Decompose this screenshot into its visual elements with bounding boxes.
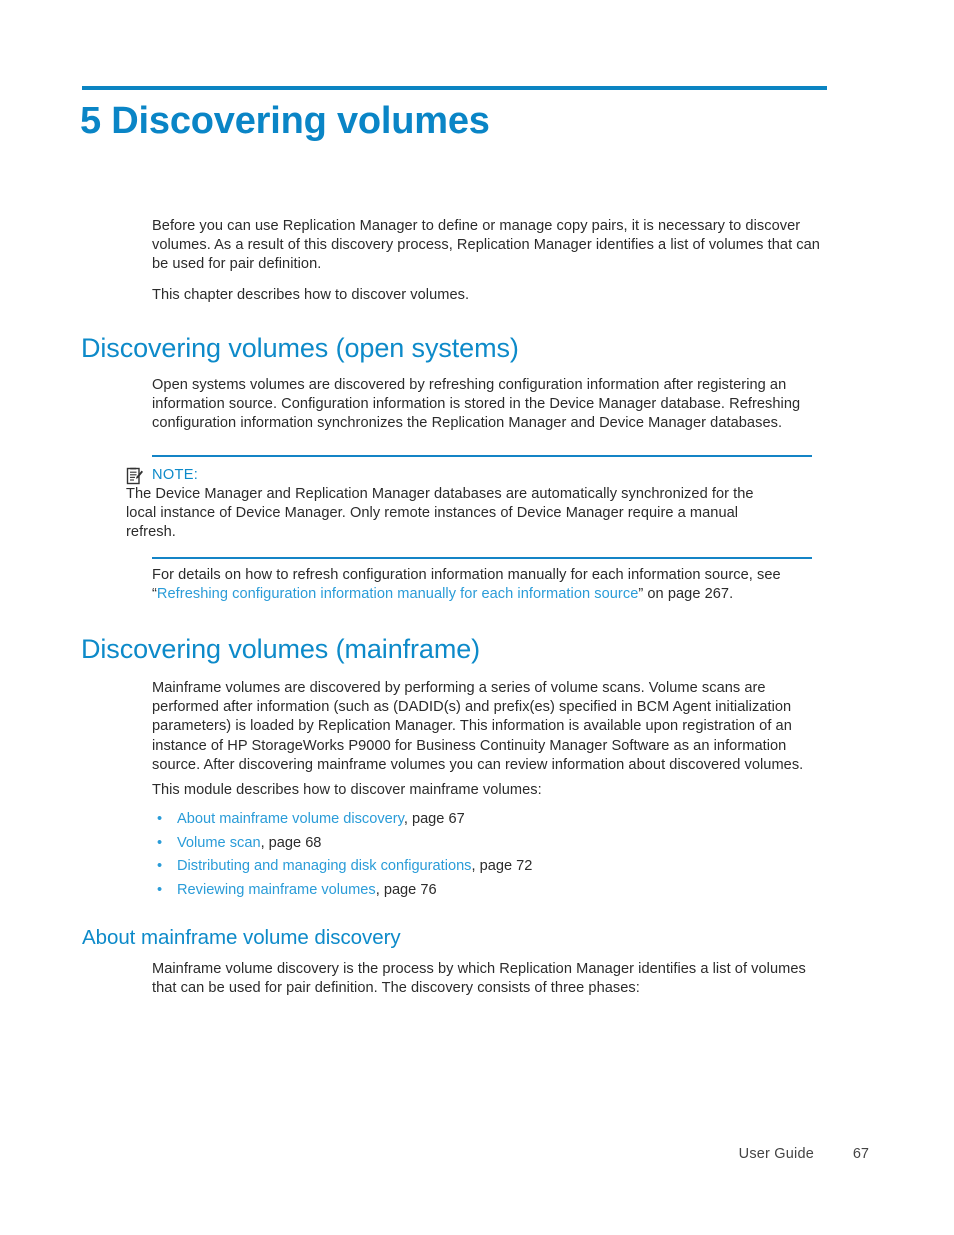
note-header: NOTE: xyxy=(126,466,828,485)
note-label: NOTE: xyxy=(152,466,199,483)
list-item: • Volume scan, page 68 xyxy=(152,832,828,856)
module-intro-paragraph: This module describes how to discover ma… xyxy=(152,782,542,798)
list-item-page-ref: , page 76 xyxy=(375,881,437,898)
note-top-rule xyxy=(152,455,812,457)
list-item-page-ref: , page 68 xyxy=(260,834,322,851)
note-text: The Device Manager and Replication Manag… xyxy=(126,485,754,540)
intro-paragraph-2: This chapter describes how to discover v… xyxy=(152,287,470,303)
about-discovery-paragraph: Mainframe volume discovery is the proces… xyxy=(152,961,806,997)
page-title: 5 Discovering volumes xyxy=(80,100,490,142)
page-footer: User Guide 67 xyxy=(0,1144,954,1166)
section-heading-open-systems: Discovering volumes (open systems) xyxy=(81,333,519,363)
xref-link-refreshing-configuration[interactable]: Refreshing configuration information man… xyxy=(157,586,638,602)
footer-page-number: 67 xyxy=(852,1146,869,1162)
bullet-icon: • xyxy=(157,881,163,898)
intro-paragraph-1: Before you can use Replication Manager t… xyxy=(152,218,820,273)
bullet-icon: • xyxy=(157,834,163,851)
bullet-icon: • xyxy=(157,811,163,827)
link-distributing-and-managing-disk-configurations[interactable]: Distributing and managing disk configura… xyxy=(177,858,471,874)
note-icon xyxy=(126,467,144,485)
footer-guide-label: User Guide xyxy=(738,1146,814,1162)
document-page: 5 Discovering volumes Before you can use… xyxy=(0,0,954,1235)
link-volume-scan[interactable]: Volume scan xyxy=(177,835,261,851)
note-callout: NOTE: The Device Manager and Replication… xyxy=(126,455,828,559)
open-systems-paragraph: Open systems volumes are discovered by r… xyxy=(152,377,801,432)
link-reviewing-mainframe-volumes[interactable]: Reviewing mainframe volumes xyxy=(177,882,376,898)
bullet-icon: • xyxy=(157,858,163,874)
list-item-page-ref: , page 67 xyxy=(403,811,465,827)
chapter-rule-divider xyxy=(82,86,827,90)
list-item-page-ref: , page 72 xyxy=(471,858,533,874)
xref-trail-text: ” on page 267. xyxy=(638,586,734,603)
note-bottom-rule xyxy=(152,557,812,559)
mainframe-topic-list: • About mainframe volume discovery, page … xyxy=(152,808,828,902)
subsection-heading-about-mainframe-volume-discovery: About mainframe volume discovery xyxy=(82,926,401,949)
list-item: • About mainframe volume discovery, page … xyxy=(152,808,828,832)
list-item: • Distributing and managing disk configur… xyxy=(152,855,828,879)
mainframe-paragraph: Mainframe volumes are discovered by perf… xyxy=(152,680,804,773)
link-about-mainframe-volume-discovery[interactable]: About mainframe volume discovery xyxy=(177,811,404,827)
list-item: • Reviewing mainframe volumes, page 76 xyxy=(152,879,828,903)
cross-reference-paragraph: For details on how to refresh configurat… xyxy=(152,566,828,604)
section-heading-mainframe: Discovering volumes (mainframe) xyxy=(81,634,481,664)
